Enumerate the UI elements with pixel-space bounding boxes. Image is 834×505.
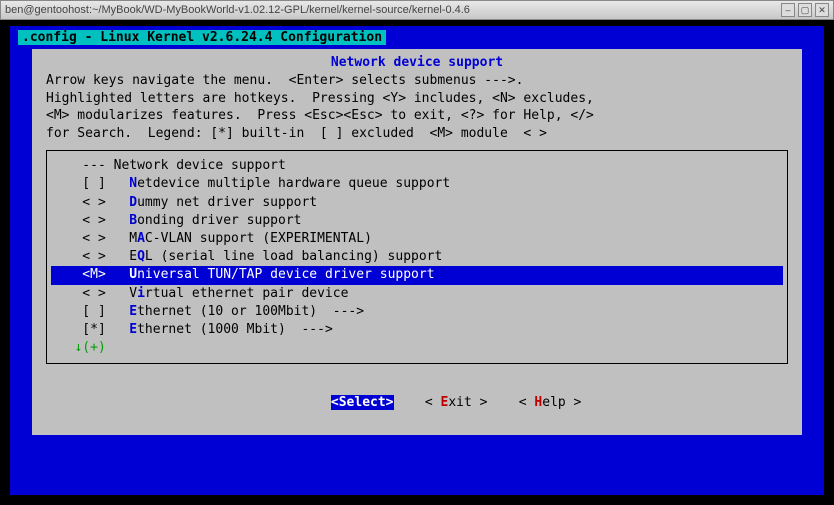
exit-button[interactable]: < Exit > xyxy=(425,395,488,410)
config-title-row: .config - Linux Kernel v2.6.24.4 Configu… xyxy=(10,26,824,49)
menu-item-4[interactable]: < > MAC-VLAN support (EXPERIMENTAL) xyxy=(51,230,783,248)
minimize-button[interactable]: – xyxy=(781,3,795,17)
menu-item-7[interactable]: < > Virtual ethernet pair device xyxy=(51,285,783,303)
menu-item-3[interactable]: < > Bonding driver support xyxy=(51,212,783,230)
help-button[interactable]: < Help > xyxy=(519,395,582,410)
maximize-button[interactable]: ▢ xyxy=(798,3,812,17)
window-titlebar: ben@gentoohost:~/MyBook/WD-MyBookWorld-v… xyxy=(0,0,834,20)
menu-item-5[interactable]: < > EQL (serial line load balancing) sup… xyxy=(51,248,783,266)
instructions: Arrow keys navigate the menu. <Enter> se… xyxy=(46,72,788,142)
menu-list[interactable]: --- Network device support [ ] Netdevice… xyxy=(46,150,788,364)
close-button[interactable]: ✕ xyxy=(815,3,829,17)
select-button[interactable]: <Select> xyxy=(331,395,394,410)
terminal-area: .config - Linux Kernel v2.6.24.4 Configu… xyxy=(0,20,834,505)
section-title: Network device support xyxy=(46,55,788,70)
menu-item-2[interactable]: < > Dummy net driver support xyxy=(51,194,783,212)
more-indicator: ↓(+) xyxy=(51,339,783,357)
menu-item-1[interactable]: [ ] Netdevice multiple hardware queue su… xyxy=(51,175,783,193)
menuconfig-screen: .config - Linux Kernel v2.6.24.4 Configu… xyxy=(10,26,824,495)
menu-item-0[interactable]: --- Network device support xyxy=(51,157,783,175)
window-controls: – ▢ ✕ xyxy=(781,3,829,17)
config-title: .config - Linux Kernel v2.6.24.4 Configu… xyxy=(18,30,386,45)
dialog-panel: Network device support Arrow keys naviga… xyxy=(32,49,802,435)
menu-item-8[interactable]: [ ] Ethernet (10 or 100Mbit) ---> xyxy=(51,303,783,321)
menu-item-9[interactable]: [*] Ethernet (1000 Mbit) ---> xyxy=(51,321,783,339)
button-row: <Select> < Exit > < Help > xyxy=(46,380,788,425)
menu-item-6[interactable]: <M> Universal TUN/TAP device driver supp… xyxy=(51,266,783,284)
titlebar-title: ben@gentoohost:~/MyBook/WD-MyBookWorld-v… xyxy=(5,4,781,16)
